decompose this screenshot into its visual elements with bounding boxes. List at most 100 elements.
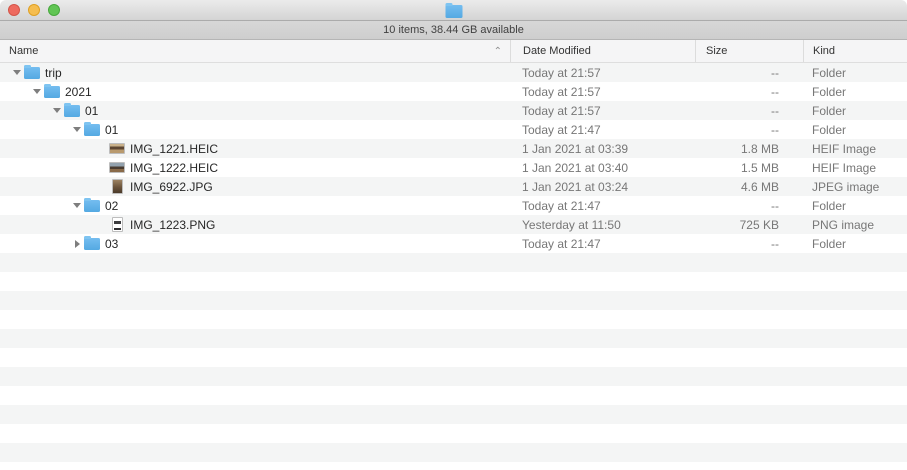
file-name-label: 2021 (65, 85, 92, 99)
kind-cell: Folder (803, 196, 907, 215)
date-modified-cell: Today at 21:57 (510, 63, 695, 82)
list-item[interactable]: 01 Today at 21:47--Folder (0, 120, 907, 139)
file-name-label: trip (45, 66, 62, 80)
indent-spacer (0, 243, 70, 244)
column-header-name[interactable]: Name ⌃ (0, 40, 510, 62)
size-cell: -- (695, 82, 803, 101)
indent-spacer (0, 72, 10, 73)
kind-cell: Folder (803, 234, 907, 253)
date-modified-cell: Today at 21:57 (510, 82, 695, 101)
disclosure-triangle-icon[interactable] (30, 89, 44, 94)
image-thumbnail-icon (109, 217, 125, 233)
size-cell: 725 KB (695, 215, 803, 234)
file-name-label: IMG_6922.JPG (130, 180, 213, 194)
date-modified-cell: 1 Jan 2021 at 03:24 (510, 177, 695, 196)
indent-spacer (0, 167, 95, 168)
size-cell: 1.8 MB (695, 139, 803, 158)
date-modified-cell: 1 Jan 2021 at 03:40 (510, 158, 695, 177)
kind-cell: Folder (803, 82, 907, 101)
status-bar: 10 items, 38.44 GB available (0, 21, 907, 40)
name-cell: IMG_6922.JPG (0, 177, 510, 196)
image-thumbnail-icon (109, 160, 125, 176)
file-name-label: 01 (85, 104, 98, 118)
disclosure-triangle-icon[interactable] (70, 203, 84, 208)
column-header-kind[interactable]: Kind (803, 40, 907, 62)
name-cell: trip (0, 63, 510, 82)
file-list: tripToday at 21:57--Folder2021Today at 2… (0, 63, 907, 470)
kind-cell: PNG image (803, 215, 907, 234)
name-cell: 01 (0, 101, 510, 120)
size-cell: -- (695, 101, 803, 120)
image-thumbnail-icon (109, 179, 125, 195)
size-cell: -- (695, 120, 803, 139)
date-modified-cell: Today at 21:47 (510, 120, 695, 139)
kind-cell: JPEG image (803, 177, 907, 196)
list-item[interactable]: trip Today at 21:57--Folder (0, 63, 907, 82)
file-name-label: 01 (105, 123, 118, 137)
disclosure-triangle-icon[interactable] (70, 127, 84, 132)
list-item[interactable]: 02 Today at 21:47--Folder (0, 196, 907, 215)
image-thumbnail-icon (109, 141, 125, 157)
traffic-lights (8, 4, 60, 16)
kind-cell: Folder (803, 63, 907, 82)
disclosure-triangle-icon[interactable] (10, 70, 24, 75)
file-name-label: IMG_1222.HEIC (130, 161, 218, 175)
date-modified-cell: Today at 21:47 (510, 234, 695, 253)
list-item[interactable]: IMG_1221.HEIC1 Jan 2021 at 03:391.8 MBHE… (0, 139, 907, 158)
file-name-label: 02 (105, 199, 118, 213)
kind-cell: Folder (803, 101, 907, 120)
list-item[interactable]: IMG_1222.HEIC 1 Jan 2021 at 03:401.5 MBHE… (0, 158, 907, 177)
sort-ascending-icon: ⌃ (494, 47, 502, 57)
name-cell: 2021 (0, 82, 510, 101)
proxy-folder-icon[interactable] (445, 5, 462, 18)
finder-window: 10 items, 38.44 GB available Name ⌃ Date… (0, 0, 907, 470)
list-item[interactable]: 2021 Today at 21:57--Folder (0, 82, 907, 101)
file-name-label: IMG_1223.PNG (130, 218, 215, 232)
file-name-label: 03 (105, 237, 118, 251)
close-button[interactable] (8, 4, 20, 16)
size-cell: 1.5 MB (695, 158, 803, 177)
folder-icon (84, 198, 100, 214)
kind-cell: HEIF Image (803, 158, 907, 177)
name-cell: 03 (0, 234, 510, 253)
indent-spacer (0, 224, 95, 225)
size-cell: 4.6 MB (695, 177, 803, 196)
size-cell: -- (695, 234, 803, 253)
zoom-button[interactable] (48, 4, 60, 16)
folder-icon (84, 122, 100, 138)
folder-icon (445, 5, 462, 18)
name-cell: IMG_1222.HEIC (0, 158, 510, 177)
date-modified-cell: Today at 21:47 (510, 196, 695, 215)
date-modified-cell: Today at 21:57 (510, 101, 695, 120)
folder-icon (64, 103, 80, 119)
indent-spacer (0, 129, 70, 130)
kind-cell: Folder (803, 120, 907, 139)
indent-spacer (0, 186, 95, 187)
disclosure-triangle-icon[interactable] (50, 108, 64, 113)
disclosure-triangle-icon[interactable] (70, 240, 84, 248)
indent-spacer (0, 110, 50, 111)
list-item[interactable]: IMG_6922.JPG 1 Jan 2021 at 03:244.6 MBJPE… (0, 177, 907, 196)
indent-spacer (0, 205, 70, 206)
folder-icon (84, 236, 100, 252)
minimize-button[interactable] (28, 4, 40, 16)
name-cell: 01 (0, 120, 510, 139)
name-cell: 02 (0, 196, 510, 215)
column-headers: Name ⌃ Date Modified Size Kind (0, 40, 907, 63)
name-cell: IMG_1223.PNG (0, 215, 510, 234)
size-cell: -- (695, 63, 803, 82)
date-modified-cell: Yesterday at 11:50 (510, 215, 695, 234)
folder-icon (24, 65, 40, 81)
size-cell: -- (695, 196, 803, 215)
title-bar[interactable] (0, 0, 907, 21)
indent-spacer (0, 148, 95, 149)
column-header-date-modified[interactable]: Date Modified (510, 40, 695, 62)
list-item[interactable]: 03 Today at 21:47--Folder (0, 234, 907, 253)
date-modified-cell: 1 Jan 2021 at 03:39 (510, 139, 695, 158)
list-item[interactable]: 01 Today at 21:57--Folder (0, 101, 907, 120)
kind-cell: HEIF Image (803, 139, 907, 158)
indent-spacer (0, 91, 30, 92)
list-item[interactable]: IMG_1223.PNG Yesterday at 11:50725 KBPNG … (0, 215, 907, 234)
folder-icon (44, 84, 60, 100)
column-header-size[interactable]: Size (695, 40, 803, 62)
